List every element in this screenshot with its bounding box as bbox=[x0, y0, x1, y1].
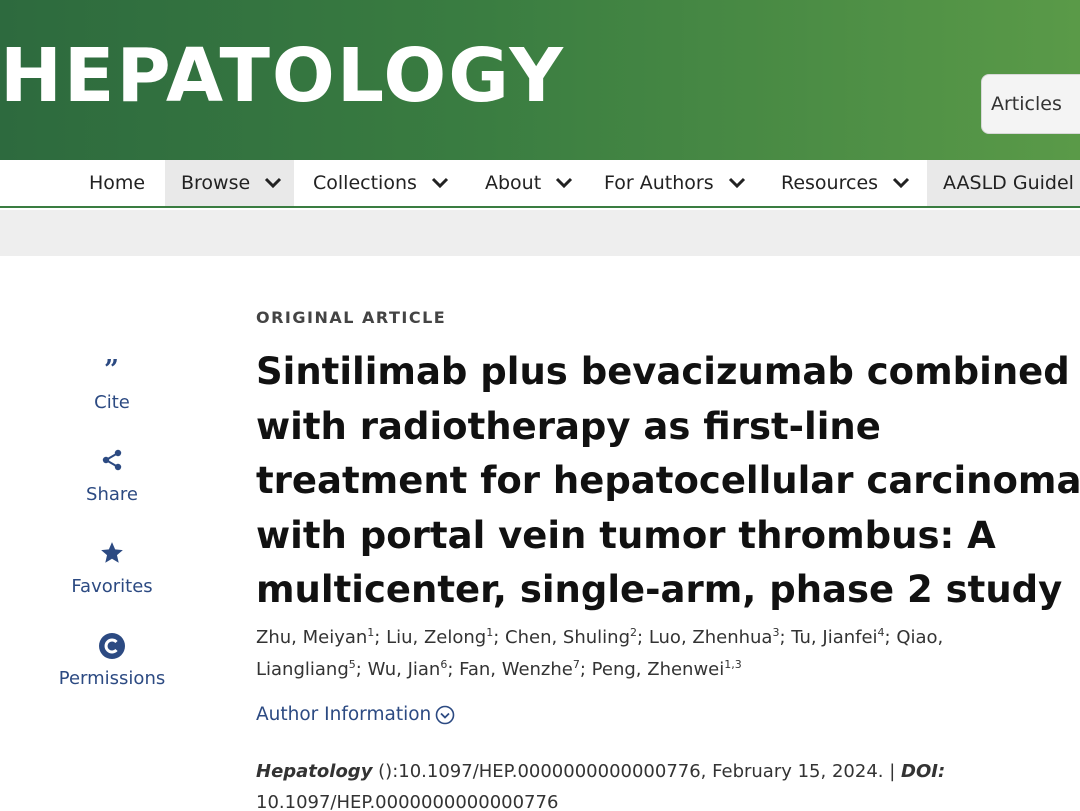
permissions-button[interactable]: Permissions bbox=[52, 632, 172, 689]
article-type: ORIGINAL ARTICLE bbox=[256, 308, 447, 327]
svg-text:”: ” bbox=[104, 358, 119, 378]
affiliation-marker: 1 bbox=[367, 626, 375, 639]
breadcrumb-strip bbox=[0, 210, 1080, 256]
title-line: treatment for hepatocellular carcinoma bbox=[256, 459, 1080, 502]
nav-about[interactable]: About bbox=[471, 160, 587, 206]
nav-browse[interactable]: Browse bbox=[165, 160, 295, 206]
nav-collections-label: Collections bbox=[313, 172, 417, 194]
doi-label: DOI: bbox=[901, 761, 946, 782]
favorites-button[interactable]: Favorites bbox=[52, 540, 172, 597]
nav-about-label: About bbox=[485, 172, 542, 194]
title-line: multicenter, single-arm, phase 2 study bbox=[256, 568, 1063, 611]
cite-label: Cite bbox=[94, 392, 130, 413]
favorites-label: Favorites bbox=[71, 576, 153, 597]
nav-resources-label: Resources bbox=[781, 172, 879, 194]
affiliation-marker: 1,3 bbox=[724, 658, 742, 671]
share-button[interactable]: Share bbox=[52, 448, 172, 505]
author-list: Zhu, Meiyan1; Liu, Zelong1; Chen, Shulin… bbox=[256, 626, 944, 680]
copyright-icon bbox=[52, 632, 172, 660]
chevron-down-icon bbox=[264, 177, 282, 189]
search-scope-label: Articles bbox=[991, 93, 1062, 115]
author-link[interactable]: Zhu, Meiyan bbox=[256, 627, 367, 648]
author-link[interactable]: Tu, Jianfei bbox=[791, 627, 877, 648]
chevron-down-circle-icon bbox=[435, 705, 455, 725]
article-title: Sintilimab plus bevacizumab combined wit… bbox=[256, 345, 1080, 618]
nav-collections[interactable]: Collections bbox=[299, 160, 463, 206]
permissions-label: Permissions bbox=[58, 668, 166, 689]
cite-button[interactable]: ” Cite bbox=[52, 355, 172, 413]
affiliation-marker: 3 bbox=[772, 626, 780, 639]
affiliation-marker: 2 bbox=[630, 626, 638, 639]
nav-for-authors-label: For Authors bbox=[604, 172, 714, 194]
affiliation-marker: 5 bbox=[348, 658, 356, 671]
nav-aasld-guidelines-label: AASLD Guidel bbox=[943, 172, 1074, 194]
nav-browse-label: Browse bbox=[181, 172, 251, 194]
share-label: Share bbox=[86, 484, 138, 505]
affiliation-marker: 6 bbox=[440, 658, 448, 671]
affiliation-marker: 1 bbox=[486, 626, 494, 639]
journal-name: Hepatology bbox=[256, 761, 373, 782]
citation-line: Hepatology ():10.1097/HEP.00000000000007… bbox=[256, 756, 1056, 811]
author-link[interactable]: Luo, Zhenhua bbox=[649, 627, 773, 648]
author-information-toggle[interactable]: Author Information bbox=[256, 704, 455, 725]
nav-resources[interactable]: Resources bbox=[767, 160, 924, 206]
author-link[interactable]: Liu, Zelong bbox=[386, 627, 486, 648]
author-link[interactable]: Peng, Zhenwei bbox=[592, 659, 725, 680]
chevron-down-icon bbox=[892, 177, 910, 189]
title-line: Sintilimab plus bevacizumab combined bbox=[256, 350, 1070, 393]
author-link[interactable]: Wu, Jian bbox=[368, 659, 441, 680]
site-header: HEPATOLOGY Articles bbox=[0, 0, 1080, 160]
affiliation-marker: 4 bbox=[877, 626, 885, 639]
author-link[interactable]: Chen, Shuling bbox=[505, 627, 630, 648]
citation-reference: ():10.1097/HEP.0000000000000776, Februar… bbox=[372, 761, 901, 782]
title-line: with radiotherapy as first-line bbox=[256, 404, 881, 448]
chevron-down-icon bbox=[555, 177, 573, 189]
nav-home[interactable]: Home bbox=[75, 160, 159, 206]
nav-for-authors[interactable]: For Authors bbox=[590, 160, 760, 206]
author-information-label: Author Information bbox=[256, 704, 432, 725]
title-line: with portal vein tumor thrombus: A bbox=[256, 513, 996, 557]
author-link[interactable]: Fan, Wenzhe bbox=[459, 659, 573, 680]
search-scope-button[interactable]: Articles bbox=[981, 74, 1080, 134]
doi-value[interactable]: 10.1097/HEP.0000000000000776 bbox=[256, 787, 1056, 811]
quote-icon: ” bbox=[52, 355, 172, 385]
share-icon bbox=[52, 448, 172, 476]
chevron-down-icon bbox=[431, 177, 449, 189]
nav-aasld-guidelines[interactable]: AASLD Guidel bbox=[927, 160, 1080, 206]
star-icon bbox=[52, 540, 172, 568]
affiliation-marker: 7 bbox=[572, 658, 580, 671]
journal-logo[interactable]: HEPATOLOGY bbox=[0, 36, 565, 116]
main-nav: Home Browse Collections About For Author… bbox=[0, 160, 1080, 208]
chevron-down-icon bbox=[728, 177, 746, 189]
nav-home-label: Home bbox=[89, 172, 146, 194]
